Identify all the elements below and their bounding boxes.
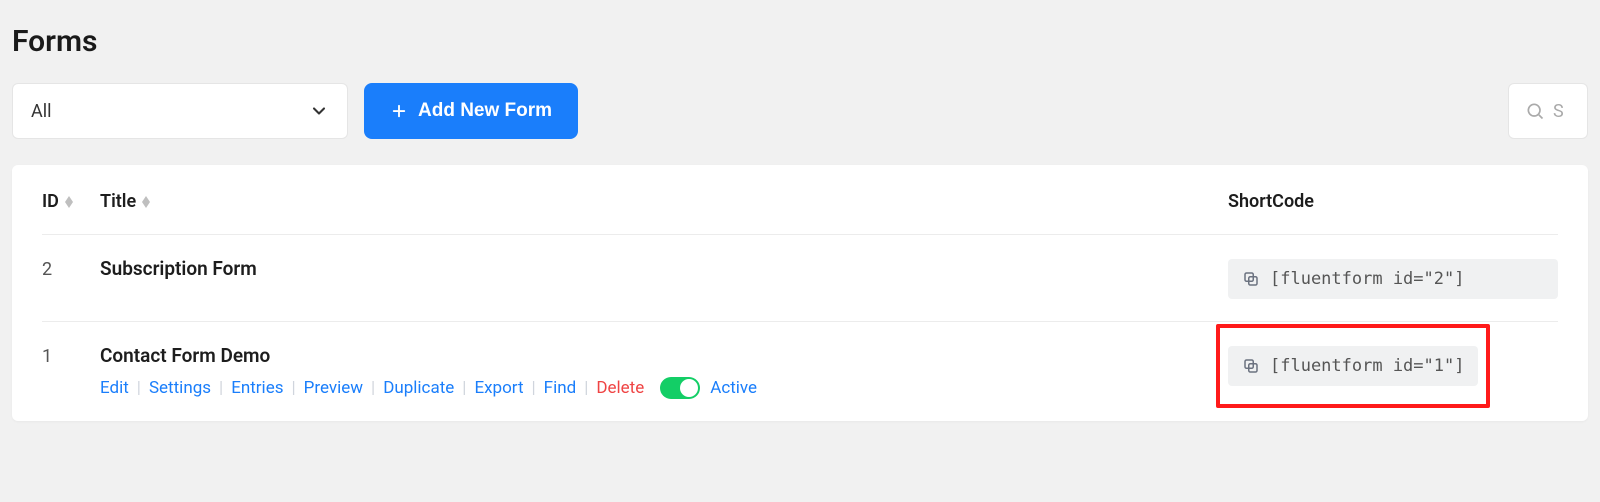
- row-actions: Edit|Settings|Entries|Preview|Duplicate|…: [100, 377, 1228, 399]
- status-toggle[interactable]: [660, 377, 700, 399]
- shortcode-cell: [fluentform id="1"]: [1228, 344, 1558, 386]
- row-id: 1: [42, 344, 100, 367]
- filter-select[interactable]: All: [12, 83, 348, 139]
- copy-icon: [1242, 270, 1260, 288]
- plus-icon: [390, 102, 408, 120]
- status-toggle-wrap: Active: [660, 377, 757, 399]
- find-link[interactable]: Find: [544, 378, 577, 398]
- duplicate-link[interactable]: Duplicate: [383, 378, 454, 398]
- export-link[interactable]: Export: [474, 378, 523, 398]
- shortcode-cell: [fluentform id="2"]: [1228, 257, 1558, 299]
- column-header-title-label: Title: [100, 191, 136, 212]
- toolbar: All Add New Form S: [12, 83, 1588, 139]
- shortcode-text: [fluentform id="2"]: [1270, 269, 1464, 289]
- separator: |: [576, 378, 596, 398]
- table-row: 2Subscription Form [fluentform id="2"]: [42, 235, 1558, 322]
- search-placeholder: S: [1553, 101, 1564, 122]
- column-header-id[interactable]: ID: [42, 191, 100, 212]
- row-title-wrap: Contact Form DemoEdit|Settings|Entries|P…: [100, 344, 1228, 399]
- separator: |: [129, 378, 149, 398]
- copy-icon: [1242, 357, 1260, 375]
- add-new-form-button[interactable]: Add New Form: [364, 83, 578, 139]
- table-row: 1Contact Form DemoEdit|Settings|Entries|…: [42, 322, 1558, 421]
- preview-link[interactable]: Preview: [304, 378, 363, 398]
- separator: |: [283, 378, 303, 398]
- edit-link[interactable]: Edit: [100, 378, 129, 398]
- settings-link[interactable]: Settings: [149, 378, 211, 398]
- delete-link[interactable]: Delete: [596, 378, 644, 398]
- shortcode-pill[interactable]: [fluentform id="1"]: [1228, 346, 1478, 386]
- page-title: Forms: [12, 24, 1588, 59]
- table-header-row: ID Title ShortCode: [42, 165, 1558, 235]
- separator: |: [524, 378, 544, 398]
- row-id: 2: [42, 257, 100, 280]
- entries-link[interactable]: Entries: [231, 378, 283, 398]
- form-title[interactable]: Subscription Form: [100, 257, 1228, 280]
- filter-select-label: All: [31, 101, 52, 122]
- separator: |: [454, 378, 474, 398]
- chevron-down-icon: [309, 101, 329, 121]
- separator: |: [211, 378, 231, 398]
- forms-table: ID Title ShortCode 2Subscription Form [fl…: [12, 165, 1588, 421]
- sort-icon: [142, 196, 150, 208]
- column-header-id-label: ID: [42, 191, 59, 212]
- search-input[interactable]: S: [1508, 83, 1588, 139]
- add-new-form-label: Add New Form: [418, 100, 552, 122]
- column-header-shortcode-label: ShortCode: [1228, 191, 1314, 212]
- shortcode-pill[interactable]: [fluentform id="2"]: [1228, 259, 1558, 299]
- column-header-shortcode: ShortCode: [1228, 191, 1558, 212]
- search-icon: [1525, 101, 1545, 121]
- shortcode-text: [fluentform id="1"]: [1270, 356, 1464, 376]
- sort-icon: [65, 196, 73, 208]
- status-label: Active: [710, 378, 757, 398]
- separator: |: [363, 378, 383, 398]
- form-title[interactable]: Contact Form Demo: [100, 344, 1228, 367]
- highlight-annotation: [fluentform id="1"]: [1216, 324, 1490, 408]
- row-title-wrap: Subscription Form: [100, 257, 1228, 290]
- column-header-title[interactable]: Title: [100, 191, 1228, 212]
